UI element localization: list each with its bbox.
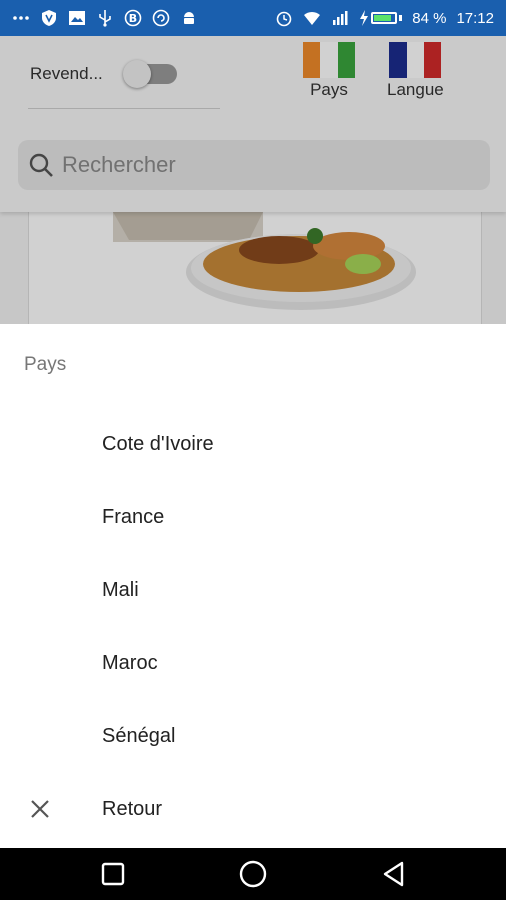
charging-icon [360,10,369,26]
battery-percent: 84 % [412,9,447,27]
back-option[interactable]: Retour [0,779,506,839]
option-label: Mali [102,578,139,601]
svg-text:B: B [129,12,137,25]
image-icon [68,9,86,27]
battery-icon [359,10,403,26]
shield-icon [40,9,58,27]
close-icon [31,800,49,818]
status-bar-right-icons: 84 % 17:12 [275,9,494,27]
country-option-senegal[interactable]: Sénégal [0,706,506,766]
signal-icon [331,9,349,27]
country-option-mali[interactable]: Mali [0,560,506,620]
recents-square-icon[interactable] [99,860,127,888]
wifi-icon [303,9,321,27]
android-icon [180,9,198,27]
home-circle-icon[interactable] [239,860,267,888]
back-label: Retour [102,797,163,820]
status-bar: B 84 % 17:12 [0,0,506,36]
country-option-maroc[interactable]: Maroc [0,633,506,693]
option-label: France [102,505,165,528]
country-bottom-sheet: Pays Cote d'Ivoire France Mali Maroc Sén… [0,324,506,848]
back-triangle-icon[interactable] [380,860,408,888]
sync-icon [152,9,170,27]
option-label: Sénégal [102,724,176,747]
country-option-cote-divoire[interactable]: Cote d'Ivoire [0,414,506,474]
scrim-overlay[interactable] [0,36,506,324]
alarm-icon [275,9,293,27]
bitcoin-icon: B [124,9,142,27]
more-icon [12,9,30,27]
system-nav-bar [0,848,506,900]
usb-icon [96,9,114,27]
status-bar-left-icons: B [12,9,198,27]
clock: 17:12 [456,9,494,27]
sheet-title: Pays [24,354,67,375]
option-label: Cote d'Ivoire [102,432,214,455]
country-option-france[interactable]: France [0,487,506,547]
option-label: Maroc [102,651,158,674]
